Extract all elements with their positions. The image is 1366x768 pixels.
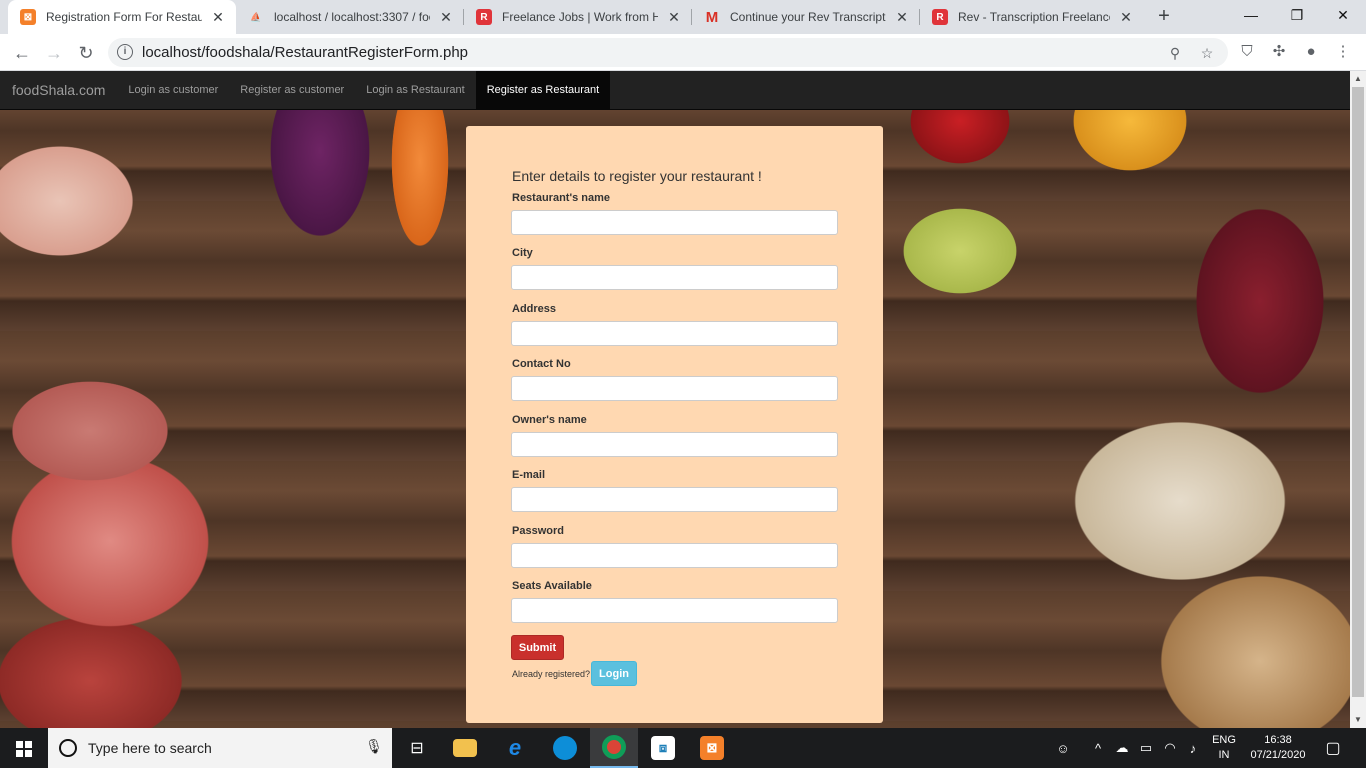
tab-strip: ⊠ Registration Form For Restaura ✕ ⛵ loc… [0,0,1366,34]
tab-gmail[interactable]: M Continue your Rev Transcriptio ✕ [692,0,920,34]
microphone-icon[interactable]: 🎙 [364,738,384,758]
file-explorer-icon[interactable] [441,728,489,768]
gmail-favicon-icon: M [705,8,719,26]
task-view-icon[interactable]: ⊟ [393,728,441,768]
close-tab-icon[interactable]: ✕ [1118,9,1134,25]
password-label: Password [512,525,564,537]
city-input[interactable] [511,265,838,290]
zoom-magnifier-icon[interactable]: ⚲ [1164,42,1186,64]
nav-login-customer[interactable]: Login as customer [117,71,229,109]
new-tab-plus-icon[interactable]: + [1152,5,1176,29]
page-viewport: foodShala.com Login as customer Register… [0,71,1366,728]
contact-no-label: Contact No [512,358,571,370]
submit-button[interactable]: Submit [511,635,564,660]
address-input[interactable] [511,321,838,346]
xampp-favicon-icon: ⊠ [20,9,36,25]
chrome-browser-icon[interactable] [590,728,638,768]
restaurant-name-input[interactable] [511,210,838,235]
site-info-icon[interactable]: i [117,44,133,60]
tab-registration-form[interactable]: ⊠ Registration Form For Restaura ✕ [8,0,236,34]
shield-extension-icon[interactable]: ⛉ [1236,41,1258,63]
tab-freelance-jobs[interactable]: R Freelance Jobs | Work from Ho ✕ [464,0,692,34]
address-bar[interactable]: i localhost/foodshala/RestaurantRegister… [108,38,1228,67]
input-language-indicator[interactable]: ENG IN [1205,733,1243,763]
minimize-icon[interactable]: — [1228,0,1274,30]
wifi-icon[interactable]: ◠ [1160,728,1180,768]
language-code: ENG [1212,734,1236,746]
email-input[interactable] [511,487,838,512]
rev-favicon-icon: R [476,9,492,25]
menu-kebab-icon[interactable]: ⋮ [1332,41,1354,63]
tab-rev-transcription[interactable]: R Rev - Transcription Freelancer A ✕ [920,0,1144,34]
contact-no-input[interactable] [511,376,838,401]
login-button[interactable]: Login [591,661,637,686]
forward-arrow-icon[interactable]: → [40,39,68,67]
email-label: E-mail [512,469,546,481]
seats-available-label: Seats Available [512,580,592,592]
close-tab-icon[interactable]: ✕ [210,9,226,25]
edge-browser-icon[interactable] [541,728,589,768]
search-placeholder: Type here to search [88,740,212,756]
people-icon[interactable]: ☺ [1052,728,1074,768]
nav-register-customer[interactable]: Register as customer [229,71,355,109]
start-button[interactable] [0,728,48,768]
address-label: Address [512,303,557,315]
city-label: City [512,247,533,259]
region-code: IN [1218,749,1230,761]
restore-icon[interactable]: ❐ [1274,0,1320,30]
cortana-circle-icon [59,739,77,757]
page-scrollbar[interactable]: ▲ ▼ [1350,71,1366,728]
tab-phpmyadmin[interactable]: ⛵ localhost / localhost:3307 / foo ✕ [236,0,464,34]
system-clock[interactable]: 16:38 07/21/2020 [1245,733,1311,763]
phpmyadmin-favicon-icon: ⛵ [250,11,262,22]
close-tab-icon[interactable]: ✕ [666,9,682,25]
already-registered-text: Already registered? [512,669,591,679]
close-tab-icon[interactable]: ✕ [438,9,454,25]
tab-title: localhost / localhost:3307 / foo [274,10,430,24]
show-hidden-icons-chevron-icon[interactable]: ^ [1088,728,1108,768]
notification-center-icon[interactable]: ▢ [1318,728,1348,768]
registration-form-panel: Enter details to register your restauran… [466,126,883,723]
scroll-down-arrow-icon[interactable]: ▼ [1350,712,1366,728]
tab-title: Rev - Transcription Freelancer A [958,10,1110,24]
close-tab-icon[interactable]: ✕ [894,9,910,25]
xampp-app-icon[interactable]: ⊠ [688,728,736,768]
nav-login-restaurant[interactable]: Login as Restaurant [355,71,475,109]
site-navbar: foodShala.com Login as customer Register… [0,71,1350,110]
restaurant-name-label: Restaurant's name [512,192,610,204]
form-heading: Enter details to register your restauran… [512,168,762,184]
volume-icon[interactable]: ♪ [1183,728,1203,768]
tab-title: Freelance Jobs | Work from Ho [502,10,658,24]
clock-time: 16:38 [1264,734,1292,746]
seats-available-input[interactable] [511,598,838,623]
browser-toolbar: ← → ↻ i localhost/foodshala/RestaurantRe… [0,34,1366,71]
internet-explorer-icon[interactable]: e [491,728,539,768]
reload-icon[interactable]: ↻ [72,39,100,67]
owner-name-label: Owner's name [512,414,587,426]
bookmark-star-icon[interactable]: ☆ [1196,42,1218,64]
onedrive-cloud-icon[interactable]: ☁ [1112,728,1132,768]
nav-register-restaurant[interactable]: Register as Restaurant [475,71,611,109]
clock-date: 07/21/2020 [1250,749,1306,761]
password-input[interactable] [511,543,838,568]
scroll-up-arrow-icon[interactable]: ▲ [1350,71,1366,87]
scrollbar-thumb[interactable] [1352,87,1364,697]
url-text[interactable]: localhost/foodshala/RestaurantRegisterFo… [142,44,468,61]
tab-title: Continue your Rev Transcriptio [730,10,886,24]
owner-name-input[interactable] [511,432,838,457]
extensions-puzzle-icon[interactable]: ✣ [1268,41,1290,63]
windows-logo-icon [16,741,32,757]
vscode-app-icon[interactable]: ⧈ [639,728,687,768]
profile-avatar-icon[interactable]: ● [1300,41,1322,63]
back-arrow-icon[interactable]: ← [8,39,36,67]
windows-taskbar: Type here to search 🎙 ⊟ e ⧈ ⊠ ☺ ^ ☁ ▭ ◠ … [0,728,1366,768]
window-close-icon[interactable]: ✕ [1320,0,1366,30]
rev-favicon-icon: R [932,9,948,25]
taskbar-search-box[interactable]: Type here to search 🎙 [48,728,392,768]
brand-link[interactable]: foodShala.com [0,71,117,109]
tab-title: Registration Form For Restaura [46,10,202,24]
battery-icon[interactable]: ▭ [1136,728,1156,768]
